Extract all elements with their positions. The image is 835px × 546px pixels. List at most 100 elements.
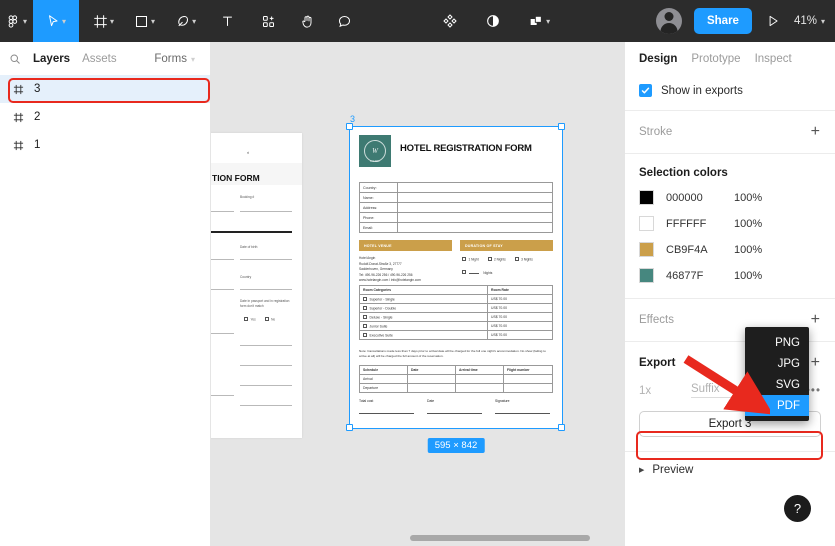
checkbox-yes[interactable] bbox=[244, 317, 248, 321]
hotel-logo: W HOTEL bbox=[359, 135, 391, 167]
pen-tool-button[interactable]: ▾ bbox=[169, 0, 202, 42]
checkbox-3-nights[interactable] bbox=[514, 257, 519, 261]
frame-tool-button[interactable]: ▾ bbox=[87, 0, 120, 42]
selection-color-row[interactable]: FFFFFF 100% bbox=[639, 216, 821, 231]
right-sidebar: Design Prototype Inspect Show in exports… bbox=[624, 42, 835, 546]
checkbox-room[interactable] bbox=[363, 296, 367, 301]
checkbox-room[interactable] bbox=[363, 332, 367, 337]
table-row: Phone: bbox=[359, 212, 553, 223]
dropdown-option-pdf[interactable]: ✔ PDF bbox=[745, 395, 809, 416]
dropdown-option-jpg[interactable]: JPG bbox=[745, 353, 809, 374]
export-format-dropdown[interactable]: PNG JPG SVG ✔ PDF bbox=[745, 327, 809, 421]
mask-tool-button[interactable] bbox=[479, 0, 507, 42]
help-button[interactable]: ? bbox=[784, 495, 811, 522]
venue-line: www.hotelangin.com / info@hotelangin.com bbox=[359, 278, 421, 283]
left-sidebar: Layers Assets Forms ▾ 3 2 1 bbox=[0, 42, 211, 546]
search-icon[interactable] bbox=[9, 53, 21, 65]
share-button[interactable]: Share bbox=[693, 8, 752, 34]
frame-icon bbox=[13, 140, 24, 151]
label-yes: Yes bbox=[250, 317, 256, 322]
add-effect-plus-icon[interactable]: + bbox=[810, 312, 821, 328]
components-plus-icon bbox=[261, 14, 276, 29]
canvas-selected-frame[interactable]: 3 W HOTEL HOTEL REGISTRATION FORM Countr… bbox=[346, 114, 565, 453]
info-value[interactable] bbox=[397, 222, 553, 233]
show-in-exports-row[interactable]: Show in exports bbox=[639, 84, 821, 97]
checkbox-room[interactable] bbox=[363, 314, 367, 319]
avatar[interactable] bbox=[655, 8, 682, 34]
resize-handle-top-left[interactable] bbox=[346, 123, 353, 130]
checkbox-no[interactable] bbox=[264, 317, 269, 321]
logo-subtext: HOTEL bbox=[369, 160, 381, 163]
dropdown-option-png[interactable]: PNG bbox=[745, 332, 809, 353]
chevron-down-icon: ▾ bbox=[190, 54, 195, 64]
resize-handle-bottom-right[interactable] bbox=[558, 424, 565, 431]
checkbox-room[interactable] bbox=[363, 323, 367, 328]
preview-label: Preview bbox=[652, 464, 694, 476]
info-value[interactable] bbox=[397, 212, 553, 223]
table-row: Name: bbox=[359, 192, 553, 203]
selection-color-row[interactable]: 46877F 100% bbox=[639, 268, 821, 283]
preview-section[interactable]: ▶ Preview bbox=[625, 452, 835, 488]
color-swatch-white[interactable] bbox=[639, 216, 654, 231]
selection-color-row[interactable]: CB9F4A 100% bbox=[639, 242, 821, 257]
layer-label: 2 bbox=[34, 111, 41, 123]
left-sidebar-tabs: Layers Assets Forms ▾ bbox=[0, 42, 210, 75]
export-scale-input[interactable]: 1x bbox=[639, 385, 691, 397]
boolean-tool-button[interactable]: ▾ bbox=[522, 0, 556, 42]
tab-prototype[interactable]: Prototype bbox=[691, 53, 740, 65]
table-row: Country: bbox=[359, 182, 553, 193]
info-value[interactable] bbox=[397, 202, 553, 213]
color-swatch-gold[interactable] bbox=[639, 242, 654, 257]
add-export-plus-icon[interactable]: + bbox=[810, 355, 821, 371]
info-value[interactable] bbox=[397, 192, 553, 203]
color-opacity: 100% bbox=[734, 217, 763, 230]
page-selector[interactable]: Forms ▾ bbox=[154, 53, 201, 65]
frame-icon bbox=[93, 14, 108, 29]
page-name-label: Forms bbox=[154, 52, 187, 65]
checkbox-1-night[interactable] bbox=[462, 257, 466, 261]
show-in-exports-checkbox[interactable] bbox=[639, 84, 652, 97]
layer-item-2[interactable]: 2 bbox=[0, 103, 210, 131]
tab-inspect[interactable]: Inspect bbox=[755, 53, 792, 65]
hand-tool-button[interactable] bbox=[294, 0, 321, 42]
duration-other-label: Nights bbox=[483, 270, 493, 275]
tab-design[interactable]: Design bbox=[639, 53, 677, 65]
layer-item-3[interactable]: 3 bbox=[0, 75, 210, 103]
color-swatch-black[interactable] bbox=[639, 190, 654, 205]
shape-tool-button[interactable]: ▾ bbox=[128, 0, 161, 42]
checkbox-other-nights[interactable] bbox=[462, 270, 466, 274]
duration-option-label: 2 Nights bbox=[494, 257, 506, 262]
resize-handle-top-right[interactable] bbox=[558, 123, 565, 130]
frame-icon bbox=[13, 84, 24, 95]
zoom-level-dropdown[interactable]: 41% ▾ bbox=[794, 15, 835, 27]
chevron-down-icon: ▾ bbox=[110, 17, 115, 26]
text-tool-button[interactable] bbox=[214, 0, 241, 42]
room-header-category: Room Categories bbox=[359, 285, 488, 295]
chevron-down-icon: ▾ bbox=[192, 17, 197, 26]
partial-doc-title: TION FORM bbox=[212, 173, 260, 183]
comment-tool-button[interactable] bbox=[331, 0, 358, 42]
checkbox-room[interactable] bbox=[363, 305, 367, 310]
tab-layers[interactable]: Layers bbox=[33, 53, 70, 65]
hotel-registration-document[interactable]: W HOTEL HOTEL REGISTRATION FORM Country:… bbox=[349, 126, 563, 429]
color-swatch-teal[interactable] bbox=[639, 268, 654, 283]
checkbox-2-nights[interactable] bbox=[487, 257, 492, 261]
resize-handle-bottom-left[interactable] bbox=[346, 424, 353, 431]
table-header-row: Schedule Date Arrival time Flight number bbox=[359, 365, 553, 375]
main-menu-button[interactable]: ▾ bbox=[0, 0, 33, 42]
info-value[interactable] bbox=[397, 182, 553, 193]
dropdown-option-svg[interactable]: SVG bbox=[745, 374, 809, 395]
layer-item-1[interactable]: 1 bbox=[0, 131, 210, 159]
add-stroke-plus-icon[interactable]: + bbox=[810, 124, 821, 140]
diamond-components-icon bbox=[442, 13, 458, 29]
resources-tool-button[interactable] bbox=[255, 0, 282, 42]
canvas-frame-2-partial[interactable]: rt TION FORM Booking # Date of birth Cou… bbox=[211, 133, 302, 438]
tab-assets[interactable]: Assets bbox=[82, 53, 117, 65]
canvas-horizontal-scrollbar[interactable] bbox=[410, 535, 590, 541]
selection-color-row[interactable]: 000000 100% bbox=[639, 190, 821, 205]
move-tool-button[interactable]: ▾ bbox=[33, 0, 80, 42]
present-button[interactable] bbox=[760, 0, 786, 42]
component-tool-button[interactable] bbox=[436, 0, 464, 42]
union-shapes-icon bbox=[528, 13, 544, 29]
canvas-area[interactable]: rt TION FORM Booking # Date of birth Cou… bbox=[211, 42, 624, 546]
